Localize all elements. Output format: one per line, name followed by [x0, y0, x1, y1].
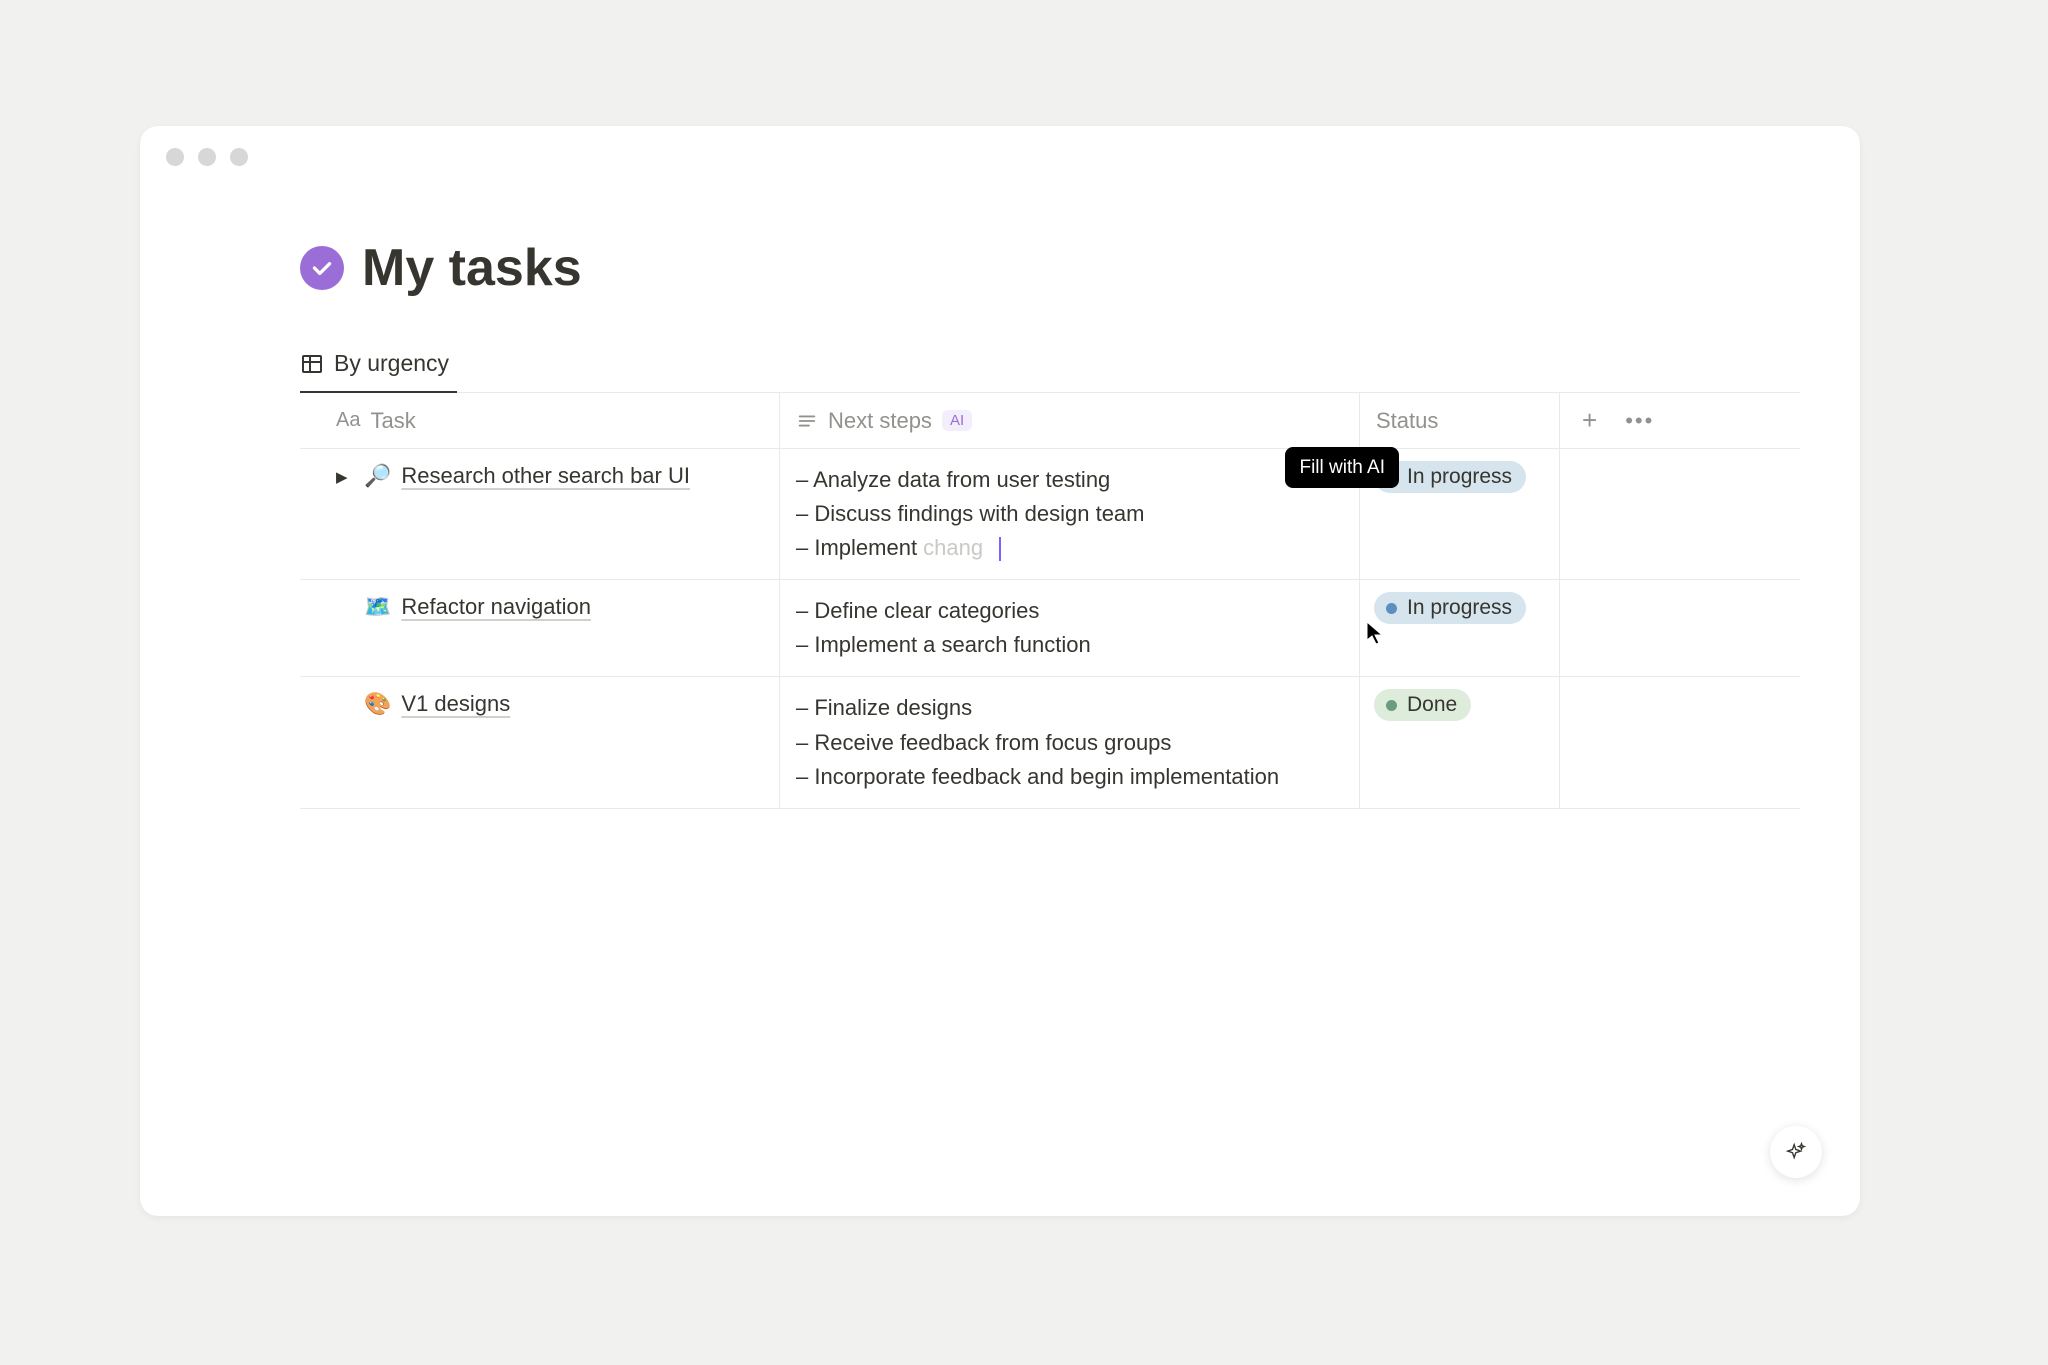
status-badge: In progress	[1374, 592, 1526, 624]
table-view-icon	[300, 352, 324, 376]
view-tabs: By urgency	[300, 342, 1800, 393]
next-steps-cell[interactable]: – Define clear categories – Implement a …	[780, 580, 1360, 676]
task-emoji: 🗺️	[364, 594, 391, 620]
task-cell[interactable]: 🗺️ Refactor navigation	[300, 580, 780, 676]
status-label: Done	[1407, 693, 1457, 717]
next-step-typing-line: – Implement chang	[796, 531, 1343, 565]
minimize-window-button[interactable]	[198, 148, 216, 166]
next-steps-cell[interactable]: – Analyze data from user testing – Discu…	[780, 449, 1360, 579]
task-title-link[interactable]: V1 designs	[401, 691, 510, 717]
next-step-line: – Finalize designs	[796, 691, 1343, 725]
ai-assistant-fab[interactable]	[1770, 1126, 1822, 1178]
column-header-next-steps[interactable]: Next steps AI	[780, 393, 1360, 448]
status-label: In progress	[1407, 465, 1512, 489]
column-status-label: Status	[1376, 408, 1438, 434]
table-row: 🗺️ Refactor navigation – Define clear ca…	[300, 580, 1800, 677]
database-table: Aa Task Next steps AI Status + •••	[300, 393, 1800, 809]
maximize-window-button[interactable]	[230, 148, 248, 166]
view-tab-by-urgency[interactable]: By urgency	[300, 342, 457, 393]
text-lines-icon	[796, 410, 818, 432]
column-header-task[interactable]: Aa Task	[300, 393, 780, 448]
page-icon-checkmark[interactable]	[300, 246, 344, 290]
status-badge: Done	[1374, 689, 1471, 721]
more-options-button[interactable]: •••	[1625, 408, 1654, 434]
status-label: In progress	[1407, 596, 1512, 620]
column-task-label: Task	[370, 408, 415, 434]
text-cursor	[999, 537, 1001, 561]
column-next-label: Next steps	[828, 408, 932, 434]
page-content: My tasks By urgency Aa Task Next steps A…	[300, 238, 1800, 809]
next-step-line: – Discuss findings with design team	[796, 497, 1343, 531]
next-step-line: – Analyze data from user testing	[796, 463, 1343, 497]
sparkle-icon	[1785, 1141, 1807, 1163]
task-emoji: 🎨	[364, 691, 391, 717]
table-header-row: Aa Task Next steps AI Status + •••	[300, 393, 1800, 449]
next-step-line: – Implement a search function	[796, 628, 1343, 662]
status-cell[interactable]: Done	[1360, 677, 1560, 807]
status-dot-icon	[1386, 603, 1397, 614]
app-window: My tasks By urgency Aa Task Next steps A…	[140, 126, 1860, 1216]
task-emoji: 🔎	[364, 463, 391, 489]
task-title-link[interactable]: Research other search bar UI	[401, 463, 690, 489]
fill-with-ai-tooltip: Fill with AI	[1285, 447, 1399, 488]
status-cell[interactable]: In progress	[1360, 580, 1560, 676]
close-window-button[interactable]	[166, 148, 184, 166]
page-title[interactable]: My tasks	[362, 238, 582, 298]
next-steps-cell[interactable]: – Finalize designs – Receive feedback fr…	[780, 677, 1360, 807]
next-step-line: – Incorporate feedback and begin impleme…	[796, 760, 1343, 794]
page-header: My tasks	[300, 238, 1800, 298]
next-step-line: – Define clear categories	[796, 594, 1343, 628]
table-row: 🎨 V1 designs – Finalize designs – Receiv…	[300, 677, 1800, 808]
ai-badge: AI	[942, 410, 972, 431]
mouse-cursor	[1366, 621, 1384, 645]
next-step-line: – Receive feedback from focus groups	[796, 726, 1343, 760]
table-row: ▶ 🔎 Research other search bar UI – Analy…	[300, 449, 1800, 580]
status-dot-icon	[1386, 700, 1397, 711]
column-header-status[interactable]: Status	[1360, 393, 1560, 448]
view-tab-label: By urgency	[334, 350, 449, 377]
add-column-button[interactable]: +	[1582, 405, 1597, 436]
task-title-link[interactable]: Refactor navigation	[401, 594, 591, 620]
task-cell[interactable]: 🎨 V1 designs	[300, 677, 780, 807]
window-traffic-lights	[166, 148, 248, 166]
column-actions: + •••	[1560, 393, 1654, 448]
task-cell[interactable]: ▶ 🔎 Research other search bar UI	[300, 449, 780, 579]
expand-row-toggle[interactable]: ▶	[336, 468, 354, 486]
text-property-icon: Aa	[336, 409, 360, 432]
